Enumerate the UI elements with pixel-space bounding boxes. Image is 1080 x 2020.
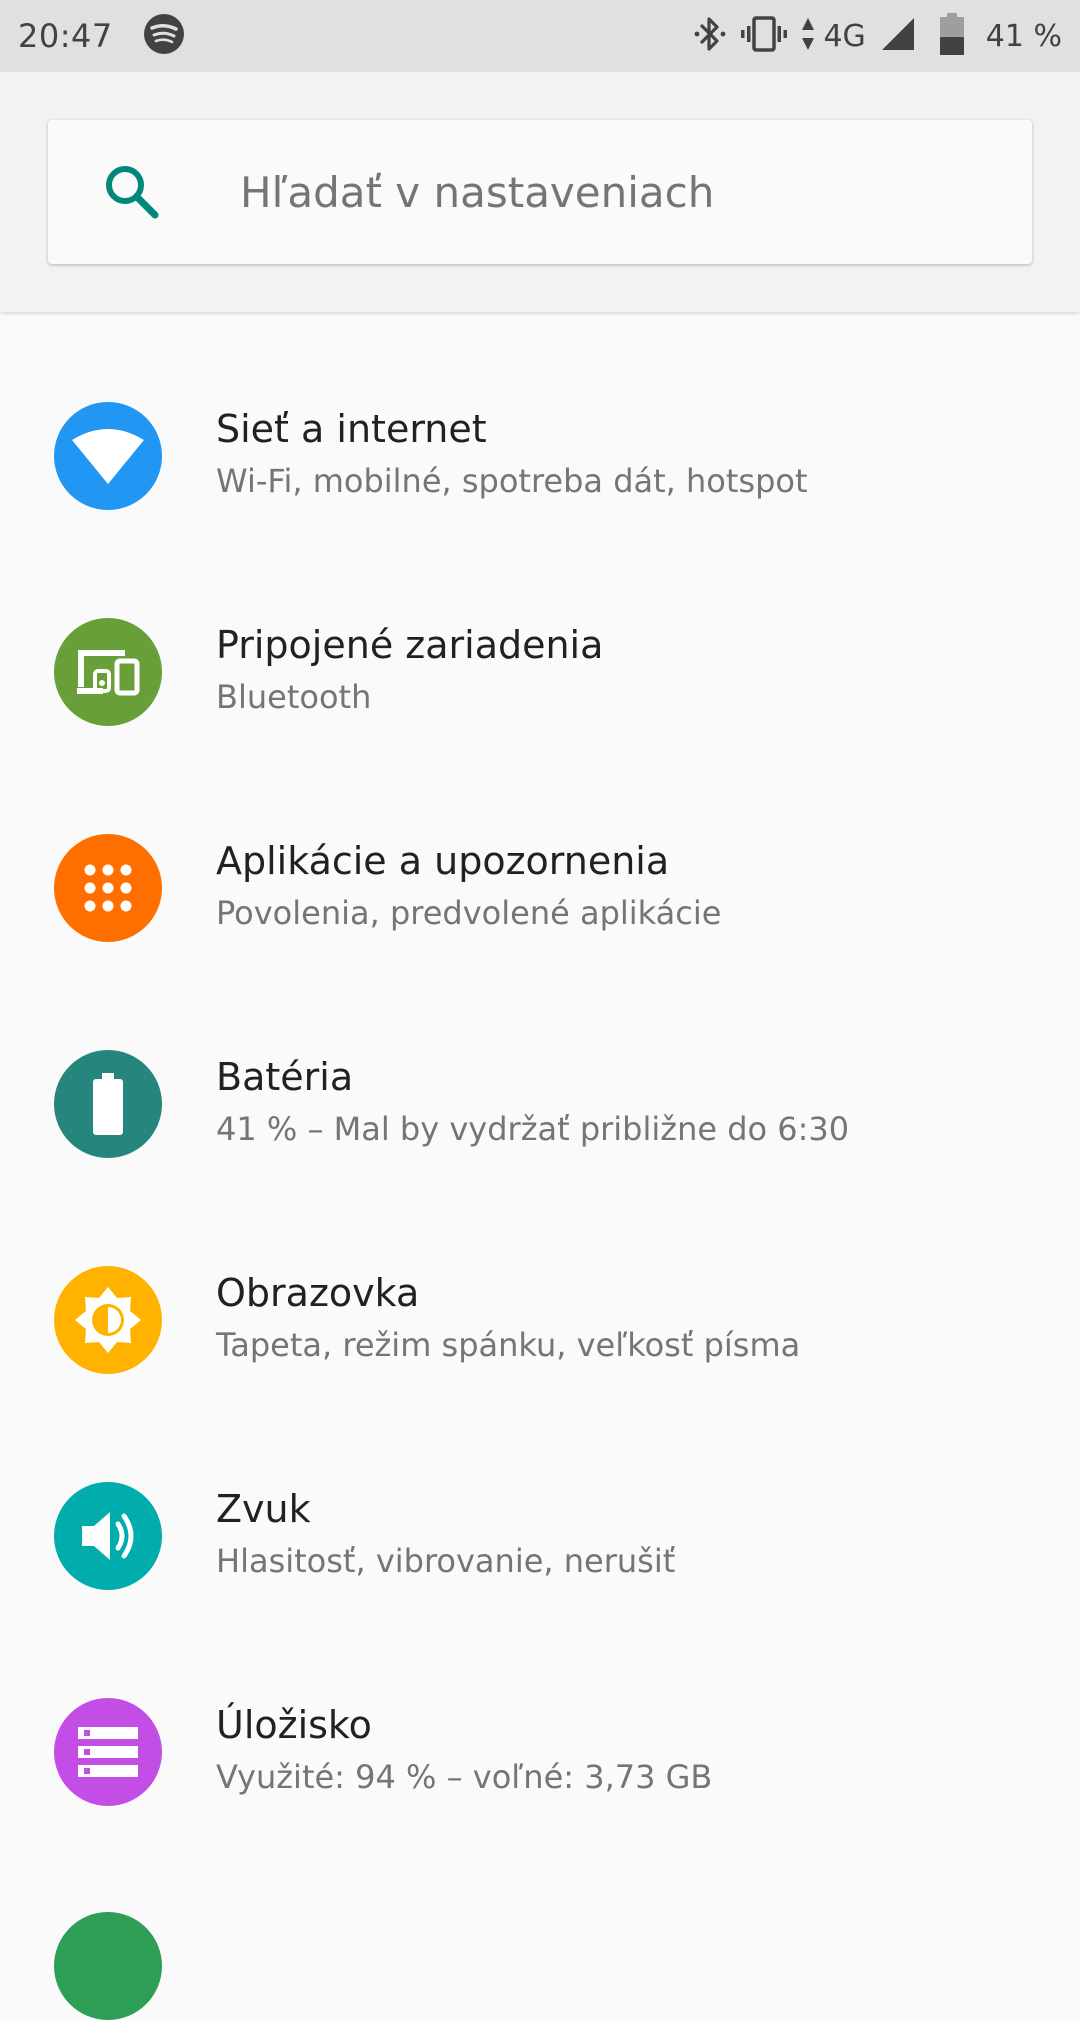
data-arrows-icon: [801, 16, 815, 56]
apps-icon: [54, 834, 162, 942]
item-title: Zvuk: [216, 1487, 311, 1531]
signal-icon: [880, 16, 916, 56]
item-title: Pripojené zariadenia: [216, 623, 604, 667]
next-item-icon[interactable]: [54, 1912, 162, 2020]
item-title: Sieť a internet: [216, 407, 487, 451]
battery-icon: [54, 1050, 162, 1158]
item-subtitle: Hlasitosť, vibrovanie, nerušiť: [216, 1542, 676, 1580]
bluetooth-icon: [693, 14, 727, 58]
settings-list: Sieť a internet Wi-Fi, mobilné, spotreba…: [0, 350, 1080, 1862]
volume-icon: [54, 1482, 162, 1590]
item-subtitle: 41 % – Mal by vydržať približne do 6:30: [216, 1110, 850, 1148]
settings-item-network[interactable]: Sieť a internet Wi-Fi, mobilné, spotreba…: [0, 350, 1080, 566]
brightness-icon: [54, 1266, 162, 1374]
settings-item-storage[interactable]: Úložisko Využité: 94 % – voľné: 3,73 GB: [0, 1646, 1080, 1862]
settings-item-sound[interactable]: Zvuk Hlasitosť, vibrovanie, nerušiť: [0, 1430, 1080, 1646]
storage-icon: [54, 1698, 162, 1806]
item-title: Aplikácie a upozornenia: [216, 839, 670, 883]
settings-item-display[interactable]: Obrazovka Tapeta, režim spánku, veľkosť …: [0, 1214, 1080, 1430]
item-title: Obrazovka: [216, 1271, 420, 1315]
item-subtitle: Tapeta, režim spánku, veľkosť písma: [216, 1326, 801, 1364]
spotify-icon: [143, 13, 185, 59]
settings-item-apps[interactable]: Aplikácie a upozornenia Povolenia, predv…: [0, 782, 1080, 998]
search-bar[interactable]: Hľadať v nastaveniach: [48, 120, 1032, 264]
status-bar: 20:47 4G 41 %: [0, 0, 1080, 72]
status-time: 20:47: [18, 17, 113, 55]
item-title: Úložisko: [216, 1703, 372, 1747]
search-icon[interactable]: [100, 160, 164, 224]
item-subtitle: Wi-Fi, mobilné, spotreba dát, hotspot: [216, 462, 808, 500]
search-input[interactable]: Hľadať v nastaveniach: [240, 168, 714, 217]
item-subtitle: Povolenia, predvolené aplikácie: [216, 894, 722, 932]
devices-icon: [54, 618, 162, 726]
search-area: Hľadať v nastaveniach: [0, 72, 1080, 312]
wifi-icon: [54, 402, 162, 510]
item-subtitle: Využité: 94 % – voľné: 3,73 GB: [216, 1758, 713, 1796]
item-subtitle: Bluetooth: [216, 678, 372, 716]
battery-icon: [939, 13, 964, 59]
vibrate-icon: [741, 14, 788, 58]
item-title: Batéria: [216, 1055, 354, 1099]
settings-item-connected-devices[interactable]: Pripojené zariadenia Bluetooth: [0, 566, 1080, 782]
settings-item-battery[interactable]: Batéria 41 % – Mal by vydržať približne …: [0, 998, 1080, 1214]
network-type: 4G: [823, 18, 866, 54]
battery-percent: 41 %: [985, 18, 1062, 54]
